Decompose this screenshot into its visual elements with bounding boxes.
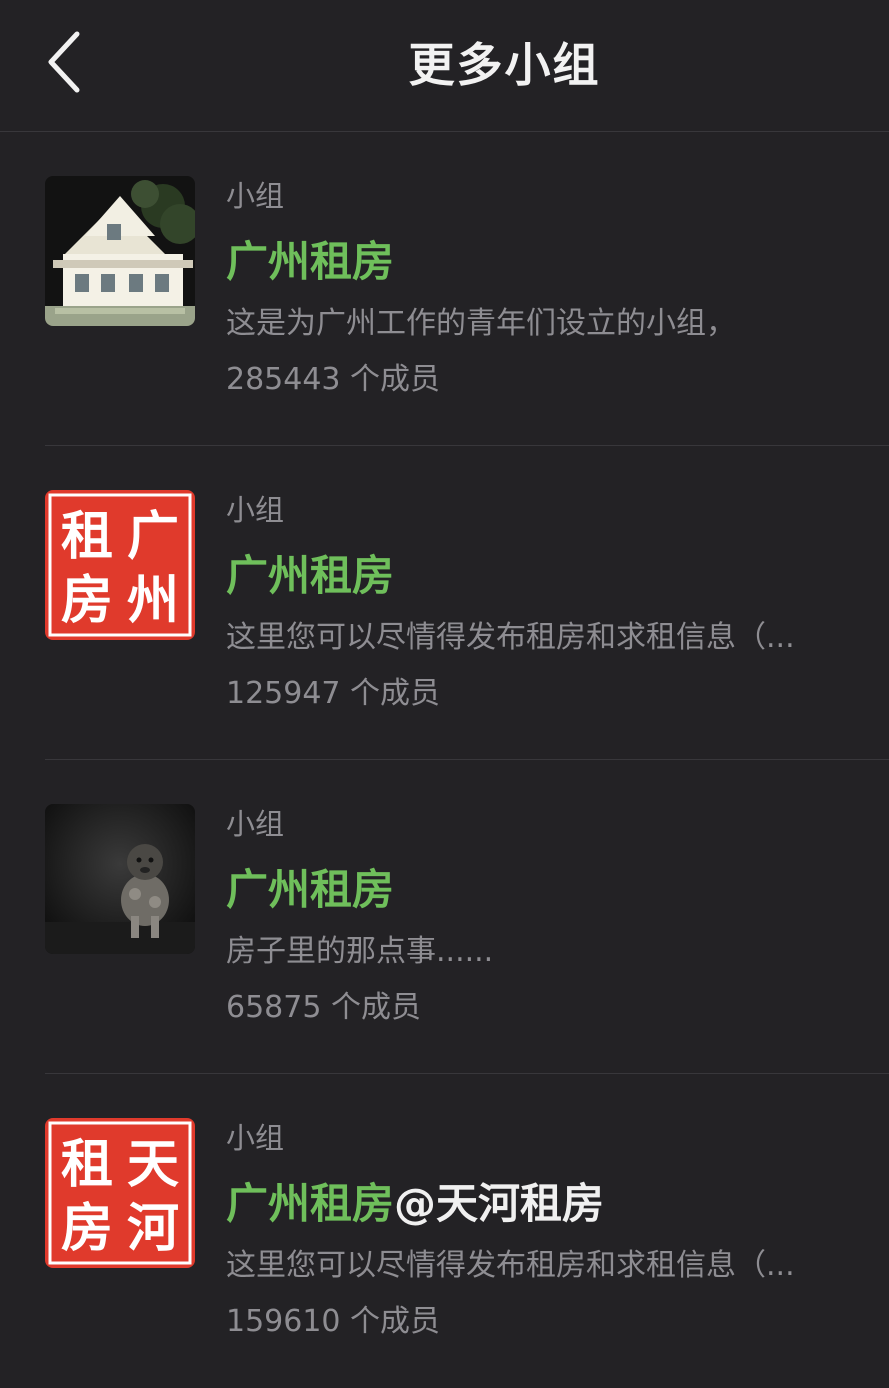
group-member-count: 285443 个成员 <box>226 362 441 397</box>
group-name: 广州租房 <box>226 234 394 290</box>
group-description: 房子里的那点事...... <box>226 934 494 969</box>
group-name-highlight: 广州租房 <box>226 1179 395 1228</box>
group-avatar-house-photo <box>45 176 195 326</box>
group-description: 这是为广州工作的青年们设立的小组， <box>226 306 736 341</box>
item-type-label: 小组 <box>226 493 285 527</box>
group-name-highlight: 广州租房 <box>226 551 395 600</box>
group-description: 这里您可以尽情得发布租房和求租信息（... <box>226 620 795 655</box>
group-member-count: 159610 个成员 <box>226 1304 441 1339</box>
item-type-label: 小组 <box>226 807 285 841</box>
seal-char: 租 <box>61 506 113 567</box>
item-type-label: 小组 <box>226 179 285 213</box>
group-avatar-red-seal: 天 河 租 房 <box>45 1118 195 1268</box>
group-list: 小组 广州租房 这是为广州工作的青年们设立的小组， 285443 个成员 广 州… <box>0 132 889 1388</box>
group-name: 广州租房 <box>226 862 394 918</box>
seal-char: 河 <box>127 1198 179 1259</box>
seal-char: 房 <box>61 1198 113 1259</box>
navigation-bar: 更多小组 <box>0 0 889 132</box>
group-name-highlight: 广州租房 <box>226 865 395 914</box>
group-member-count: 125947 个成员 <box>226 676 441 711</box>
group-list-item[interactable]: 天 河 租 房 小组 广州租房@天河租房 这里您可以尽情得发布租房和求租信息（.… <box>0 1074 889 1388</box>
group-name: 广州租房 <box>226 548 394 604</box>
group-name-highlight: 广州租房 <box>226 237 395 286</box>
group-avatar-dog-photo <box>45 804 195 954</box>
item-type-label: 小组 <box>226 1121 285 1155</box>
group-list-item[interactable]: 小组 广州租房 这是为广州工作的青年们设立的小组， 285443 个成员 <box>0 132 889 446</box>
group-list-item[interactable]: 小组 广州租房 房子里的那点事...... 65875 个成员 <box>0 760 889 1074</box>
group-avatar-red-seal: 广 州 租 房 <box>45 490 195 640</box>
seal-char: 州 <box>127 570 179 631</box>
page-title: 更多小组 <box>408 38 601 92</box>
group-name-rest: @天河租房 <box>394 1179 605 1228</box>
group-name: 广州租房@天河租房 <box>226 1176 604 1232</box>
seal-char: 房 <box>61 570 113 631</box>
seal-char: 租 <box>61 1134 113 1195</box>
seal-char: 广 <box>127 506 179 567</box>
group-list-item[interactable]: 广 州 租 房 小组 广州租房 这里您可以尽情得发布租房和求租信息（... 12… <box>0 446 889 760</box>
group-member-count: 65875 个成员 <box>226 990 421 1025</box>
group-description: 这里您可以尽情得发布租房和求租信息（... <box>226 1248 795 1283</box>
seal-char: 天 <box>127 1134 179 1195</box>
